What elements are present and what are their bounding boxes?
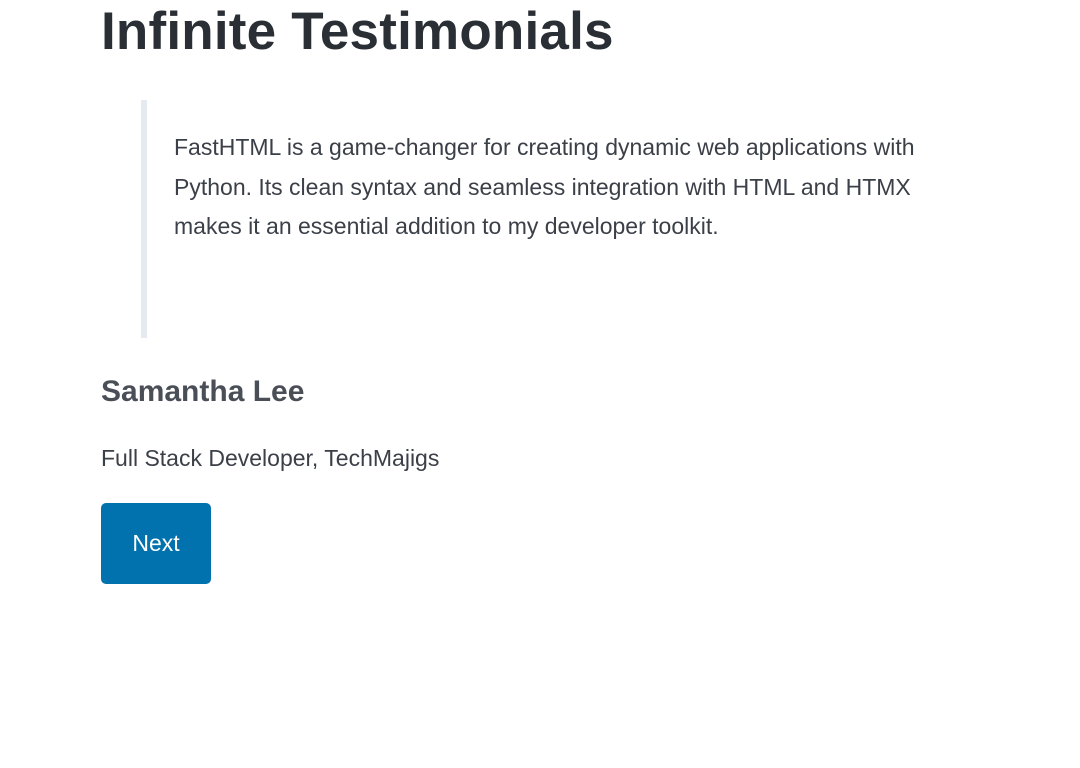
testimonial-quote-text: FastHTML is a game-changer for creating … [174,134,915,239]
testimonial-author-name: Samantha Lee [101,375,305,408]
next-button[interactable]: Next [101,503,211,584]
page-title: Infinite Testimonials [101,2,614,61]
testimonial-quote: FastHTML is a game-changer for creating … [141,100,947,338]
testimonial-author-role: Full Stack Developer, TechMajigs [101,445,440,471]
